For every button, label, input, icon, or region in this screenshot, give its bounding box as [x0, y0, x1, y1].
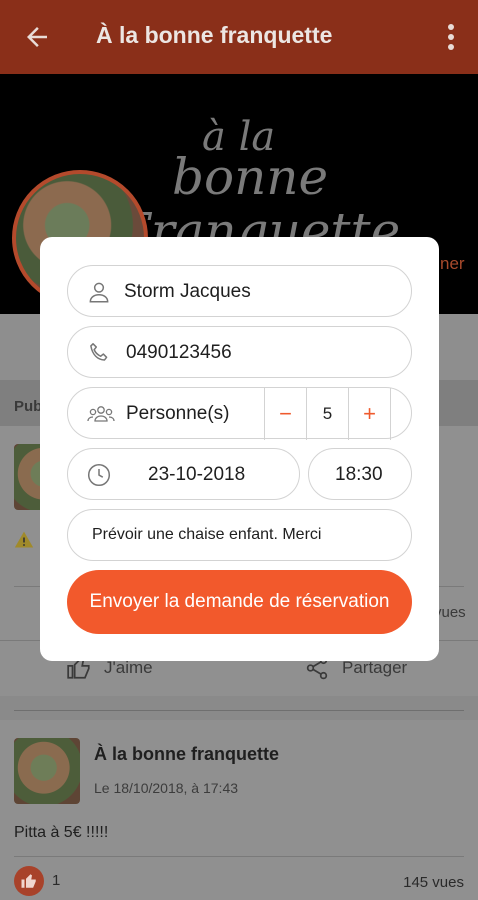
time-field[interactable]: 18:30 — [308, 448, 412, 500]
feed-post: À la bonne franquette Le 18/10/2018, à 1… — [0, 720, 478, 900]
share-label: Partager — [342, 658, 408, 677]
date-value: 23-10-2018 — [148, 464, 246, 485]
post-thumbnail — [14, 738, 80, 804]
persons-label: Personne(s) — [126, 403, 230, 424]
persons-field: Personne(s) − 5 + — [67, 387, 412, 440]
logo-line2: bonne — [172, 148, 329, 206]
app-bar: À la bonne franquette — [0, 0, 478, 74]
post-text: Pitta à 5€ !!!!! — [14, 824, 109, 841]
date-field[interactable]: 23-10-2018 — [67, 448, 300, 500]
feed-separator — [0, 696, 478, 720]
reservation-dialog: Storm Jacques 0490123456 Personne(s) − 5… — [40, 237, 439, 661]
decrement-button[interactable]: − — [264, 388, 306, 440]
phone-icon — [90, 343, 108, 361]
clock-icon — [87, 463, 111, 487]
increment-button[interactable]: + — [348, 388, 390, 440]
thumbs-up-icon — [21, 874, 36, 888]
section-title-fragment: Pub — [14, 398, 43, 415]
note-field[interactable]: Prévoir une chaise enfant. Merci — [67, 509, 412, 561]
stepper-divider — [390, 388, 391, 440]
note-value: Prévoir une chaise enfant. Merci — [92, 526, 322, 543]
like-count: 1 — [52, 872, 61, 889]
group-icon — [87, 406, 115, 422]
more-options-icon[interactable] — [442, 22, 460, 52]
follow-button-fragment[interactable]: ner — [440, 254, 465, 274]
send-reservation-button[interactable]: Envoyer la demande de réservation — [67, 570, 412, 634]
divider — [14, 856, 464, 857]
name-value: Storm Jacques — [124, 281, 251, 302]
divider — [14, 710, 464, 711]
person-icon — [89, 282, 109, 303]
like-count-badge[interactable] — [14, 866, 44, 896]
back-arrow-icon[interactable] — [22, 22, 52, 52]
post-date: Le 18/10/2018, à 17:43 — [94, 780, 239, 796]
persons-count: 5 — [306, 388, 348, 440]
phone-field[interactable]: 0490123456 — [67, 326, 412, 378]
like-label: J'aime — [104, 658, 153, 677]
post-title: À la bonne franquette — [94, 744, 280, 764]
phone-value: 0490123456 — [126, 342, 232, 363]
warning-icon — [14, 531, 34, 548]
name-field[interactable]: Storm Jacques — [67, 265, 412, 317]
page-title: À la bonne franquette — [96, 22, 333, 48]
time-value: 18:30 — [335, 464, 383, 485]
view-count: 145 vues — [403, 874, 464, 891]
